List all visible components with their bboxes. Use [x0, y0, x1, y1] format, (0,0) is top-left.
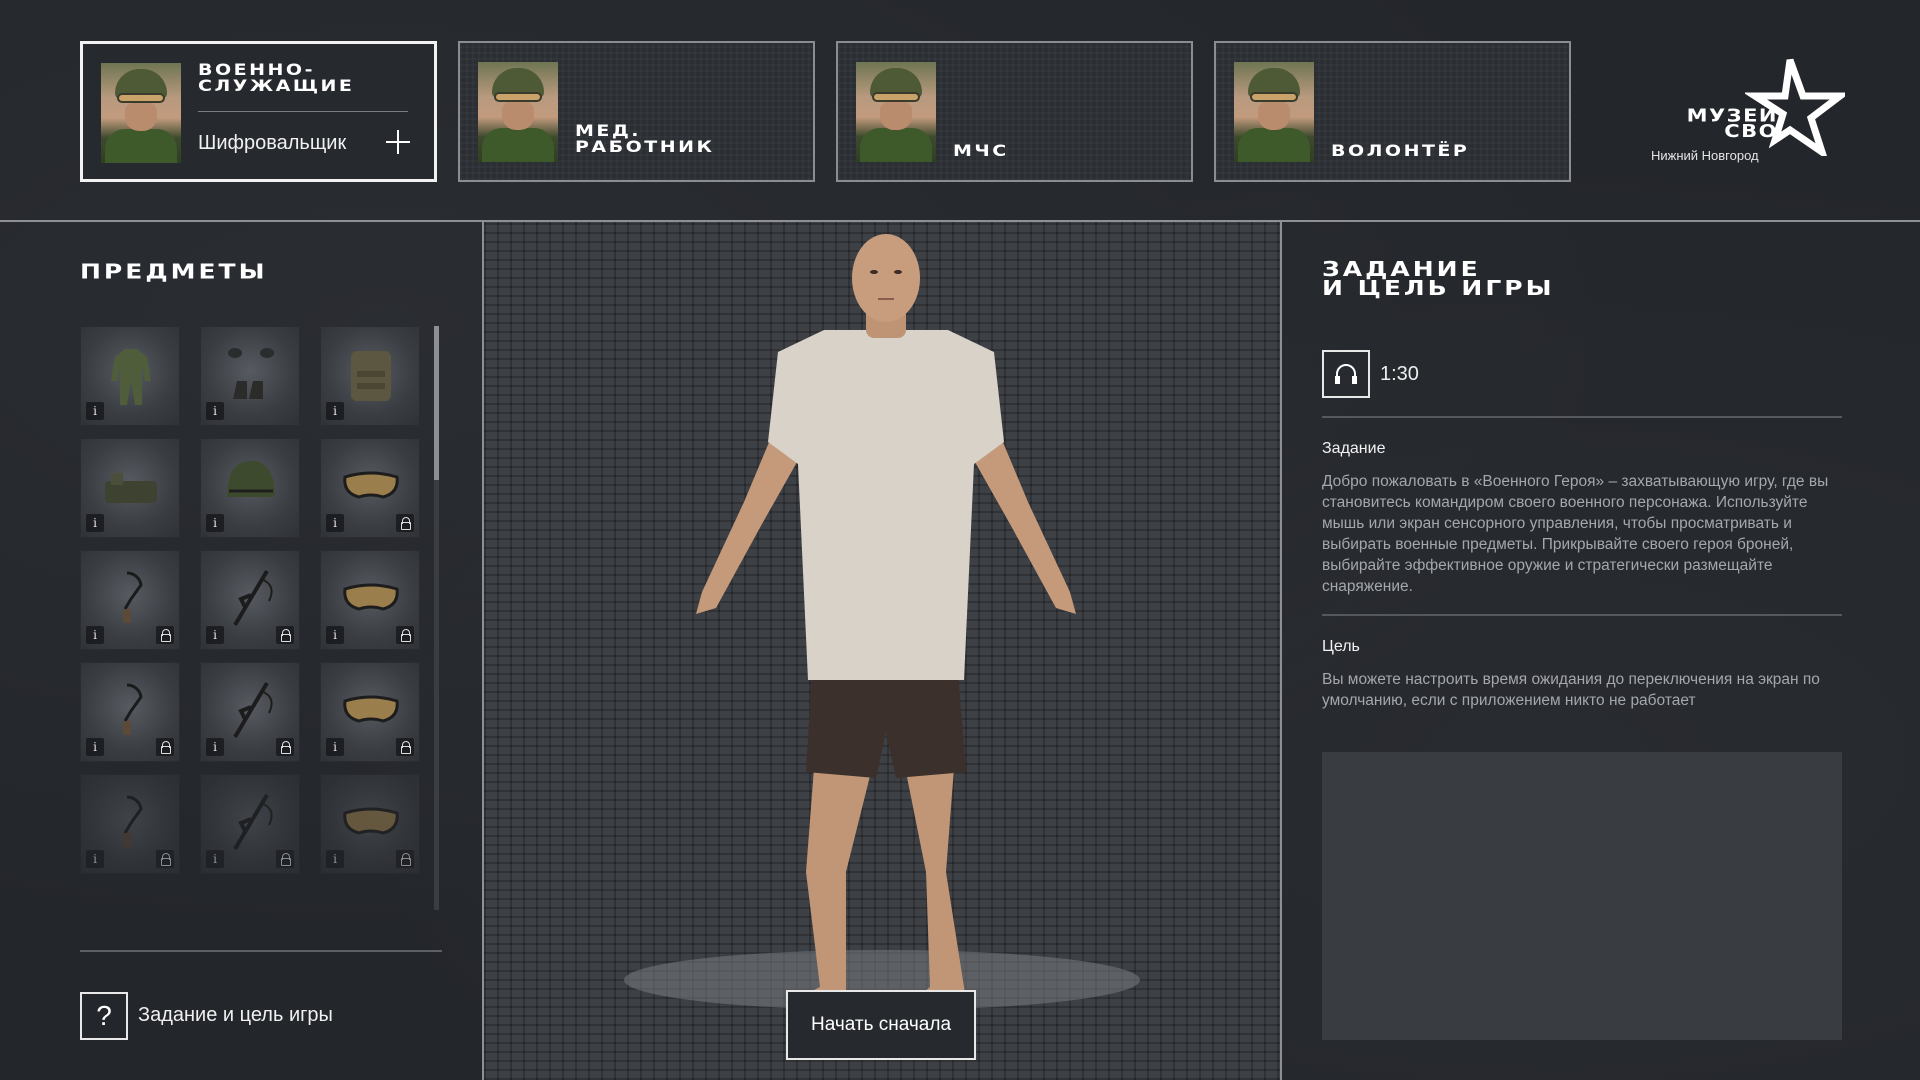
- role-card-emergency[interactable]: МЧС: [836, 41, 1193, 182]
- role-title: Мед. работник: [575, 121, 715, 157]
- soldier-avatar: [478, 62, 558, 162]
- info-icon[interactable]: i: [86, 402, 104, 420]
- lock-icon: [396, 514, 414, 532]
- lock-icon: [276, 738, 294, 756]
- lock-icon: [156, 850, 174, 868]
- role-card-medic[interactable]: Мед. работник: [458, 41, 815, 182]
- plus-icon[interactable]: [386, 130, 410, 154]
- lock-icon: [276, 850, 294, 868]
- item-slot[interactable]: i: [200, 326, 300, 426]
- info-icon[interactable]: i: [206, 738, 224, 756]
- info-icon[interactable]: i: [86, 738, 104, 756]
- headphones-icon[interactable]: [1322, 350, 1370, 398]
- role-title: МЧС: [953, 141, 1009, 160]
- info-icon[interactable]: i: [326, 514, 344, 532]
- item-slot[interactable]: i: [200, 550, 300, 650]
- media-placeholder: [1322, 752, 1842, 1040]
- item-slot[interactable]: i: [80, 662, 180, 762]
- lock-icon: [156, 626, 174, 644]
- info-icon[interactable]: i: [326, 626, 344, 644]
- restart-button[interactable]: Начать сначала: [786, 990, 976, 1060]
- role-subtitle: Шифровальщик: [198, 132, 347, 154]
- items-panel: Предметы i i i i i i i i i i i i i i i ? Задание и цел…: [0, 222, 482, 1080]
- info-icon[interactable]: i: [206, 514, 224, 532]
- role-title: Военно- служащие: [198, 60, 355, 96]
- character-model[interactable]: [584, 232, 1184, 1012]
- help-label[interactable]: Задание и цель игры: [138, 1004, 333, 1027]
- info-icon[interactable]: i: [206, 850, 224, 868]
- role-header: Военно- служащие Шифровальщик Мед. работ…: [0, 0, 1920, 221]
- item-slot[interactable]: i: [200, 774, 300, 874]
- info-icon[interactable]: i: [326, 850, 344, 868]
- section-divider: [1322, 614, 1842, 616]
- mission-title: Задание и цель игры: [1322, 257, 1555, 300]
- panel-divider: [80, 950, 442, 952]
- item-slot[interactable]: i: [320, 550, 420, 650]
- item-slot[interactable]: i: [320, 774, 420, 874]
- role-divider: [198, 111, 408, 112]
- lock-icon: [276, 626, 294, 644]
- role-card-military[interactable]: Военно- служащие Шифровальщик: [80, 41, 437, 182]
- lock-icon: [396, 850, 414, 868]
- task-text: Добро пожаловать в «Военного Героя» – за…: [1322, 473, 1829, 595]
- soldier-avatar: [101, 63, 181, 163]
- section-divider: [1322, 416, 1842, 418]
- goal-heading: Цель: [1322, 638, 1360, 655]
- lock-icon: [156, 738, 174, 756]
- info-icon[interactable]: i: [326, 402, 344, 420]
- help-button[interactable]: ?: [80, 992, 128, 1040]
- lock-icon: [396, 626, 414, 644]
- items-title: Предметы: [80, 260, 268, 284]
- mission-panel: Задание и цель игры 1:30 Задание Добро п…: [1282, 222, 1920, 1080]
- soldier-avatar: [1234, 62, 1314, 162]
- audio-duration: 1:30: [1380, 363, 1419, 385]
- logo-title: МУЗЕЙ СВО: [1686, 105, 1778, 142]
- info-icon[interactable]: i: [206, 402, 224, 420]
- scroll-thumb[interactable]: [434, 326, 439, 480]
- item-slot[interactable]: i: [80, 774, 180, 874]
- info-icon[interactable]: i: [86, 514, 104, 532]
- role-card-volunteer[interactable]: Волонтёр: [1214, 41, 1571, 182]
- items-grid[interactable]: i i i i i i i i i i i i i i i: [80, 326, 420, 886]
- goal-text: Вы можете настроить время ожидания до пе…: [1322, 671, 1820, 709]
- task-heading: Задание: [1322, 440, 1386, 457]
- info-icon[interactable]: i: [86, 626, 104, 644]
- item-slot[interactable]: i: [200, 662, 300, 762]
- item-slot[interactable]: i: [80, 438, 180, 538]
- items-scrollbar[interactable]: [434, 326, 439, 910]
- item-slot[interactable]: i: [320, 662, 420, 762]
- soldier-avatar: [856, 62, 936, 162]
- museum-logo: МУЗЕЙ СВО Нижний Новгород: [1650, 56, 1850, 166]
- info-icon[interactable]: i: [86, 850, 104, 868]
- item-slot[interactable]: i: [320, 438, 420, 538]
- info-icon[interactable]: i: [206, 626, 224, 644]
- character-viewport[interactable]: Начать сначала: [484, 222, 1280, 1080]
- item-slot[interactable]: i: [80, 326, 180, 426]
- item-slot[interactable]: i: [80, 550, 180, 650]
- logo-city: Нижний Новгород: [1651, 148, 1759, 163]
- lock-icon: [396, 738, 414, 756]
- item-slot[interactable]: i: [200, 438, 300, 538]
- role-title: Волонтёр: [1331, 141, 1470, 160]
- item-slot[interactable]: i: [320, 326, 420, 426]
- info-icon[interactable]: i: [326, 738, 344, 756]
